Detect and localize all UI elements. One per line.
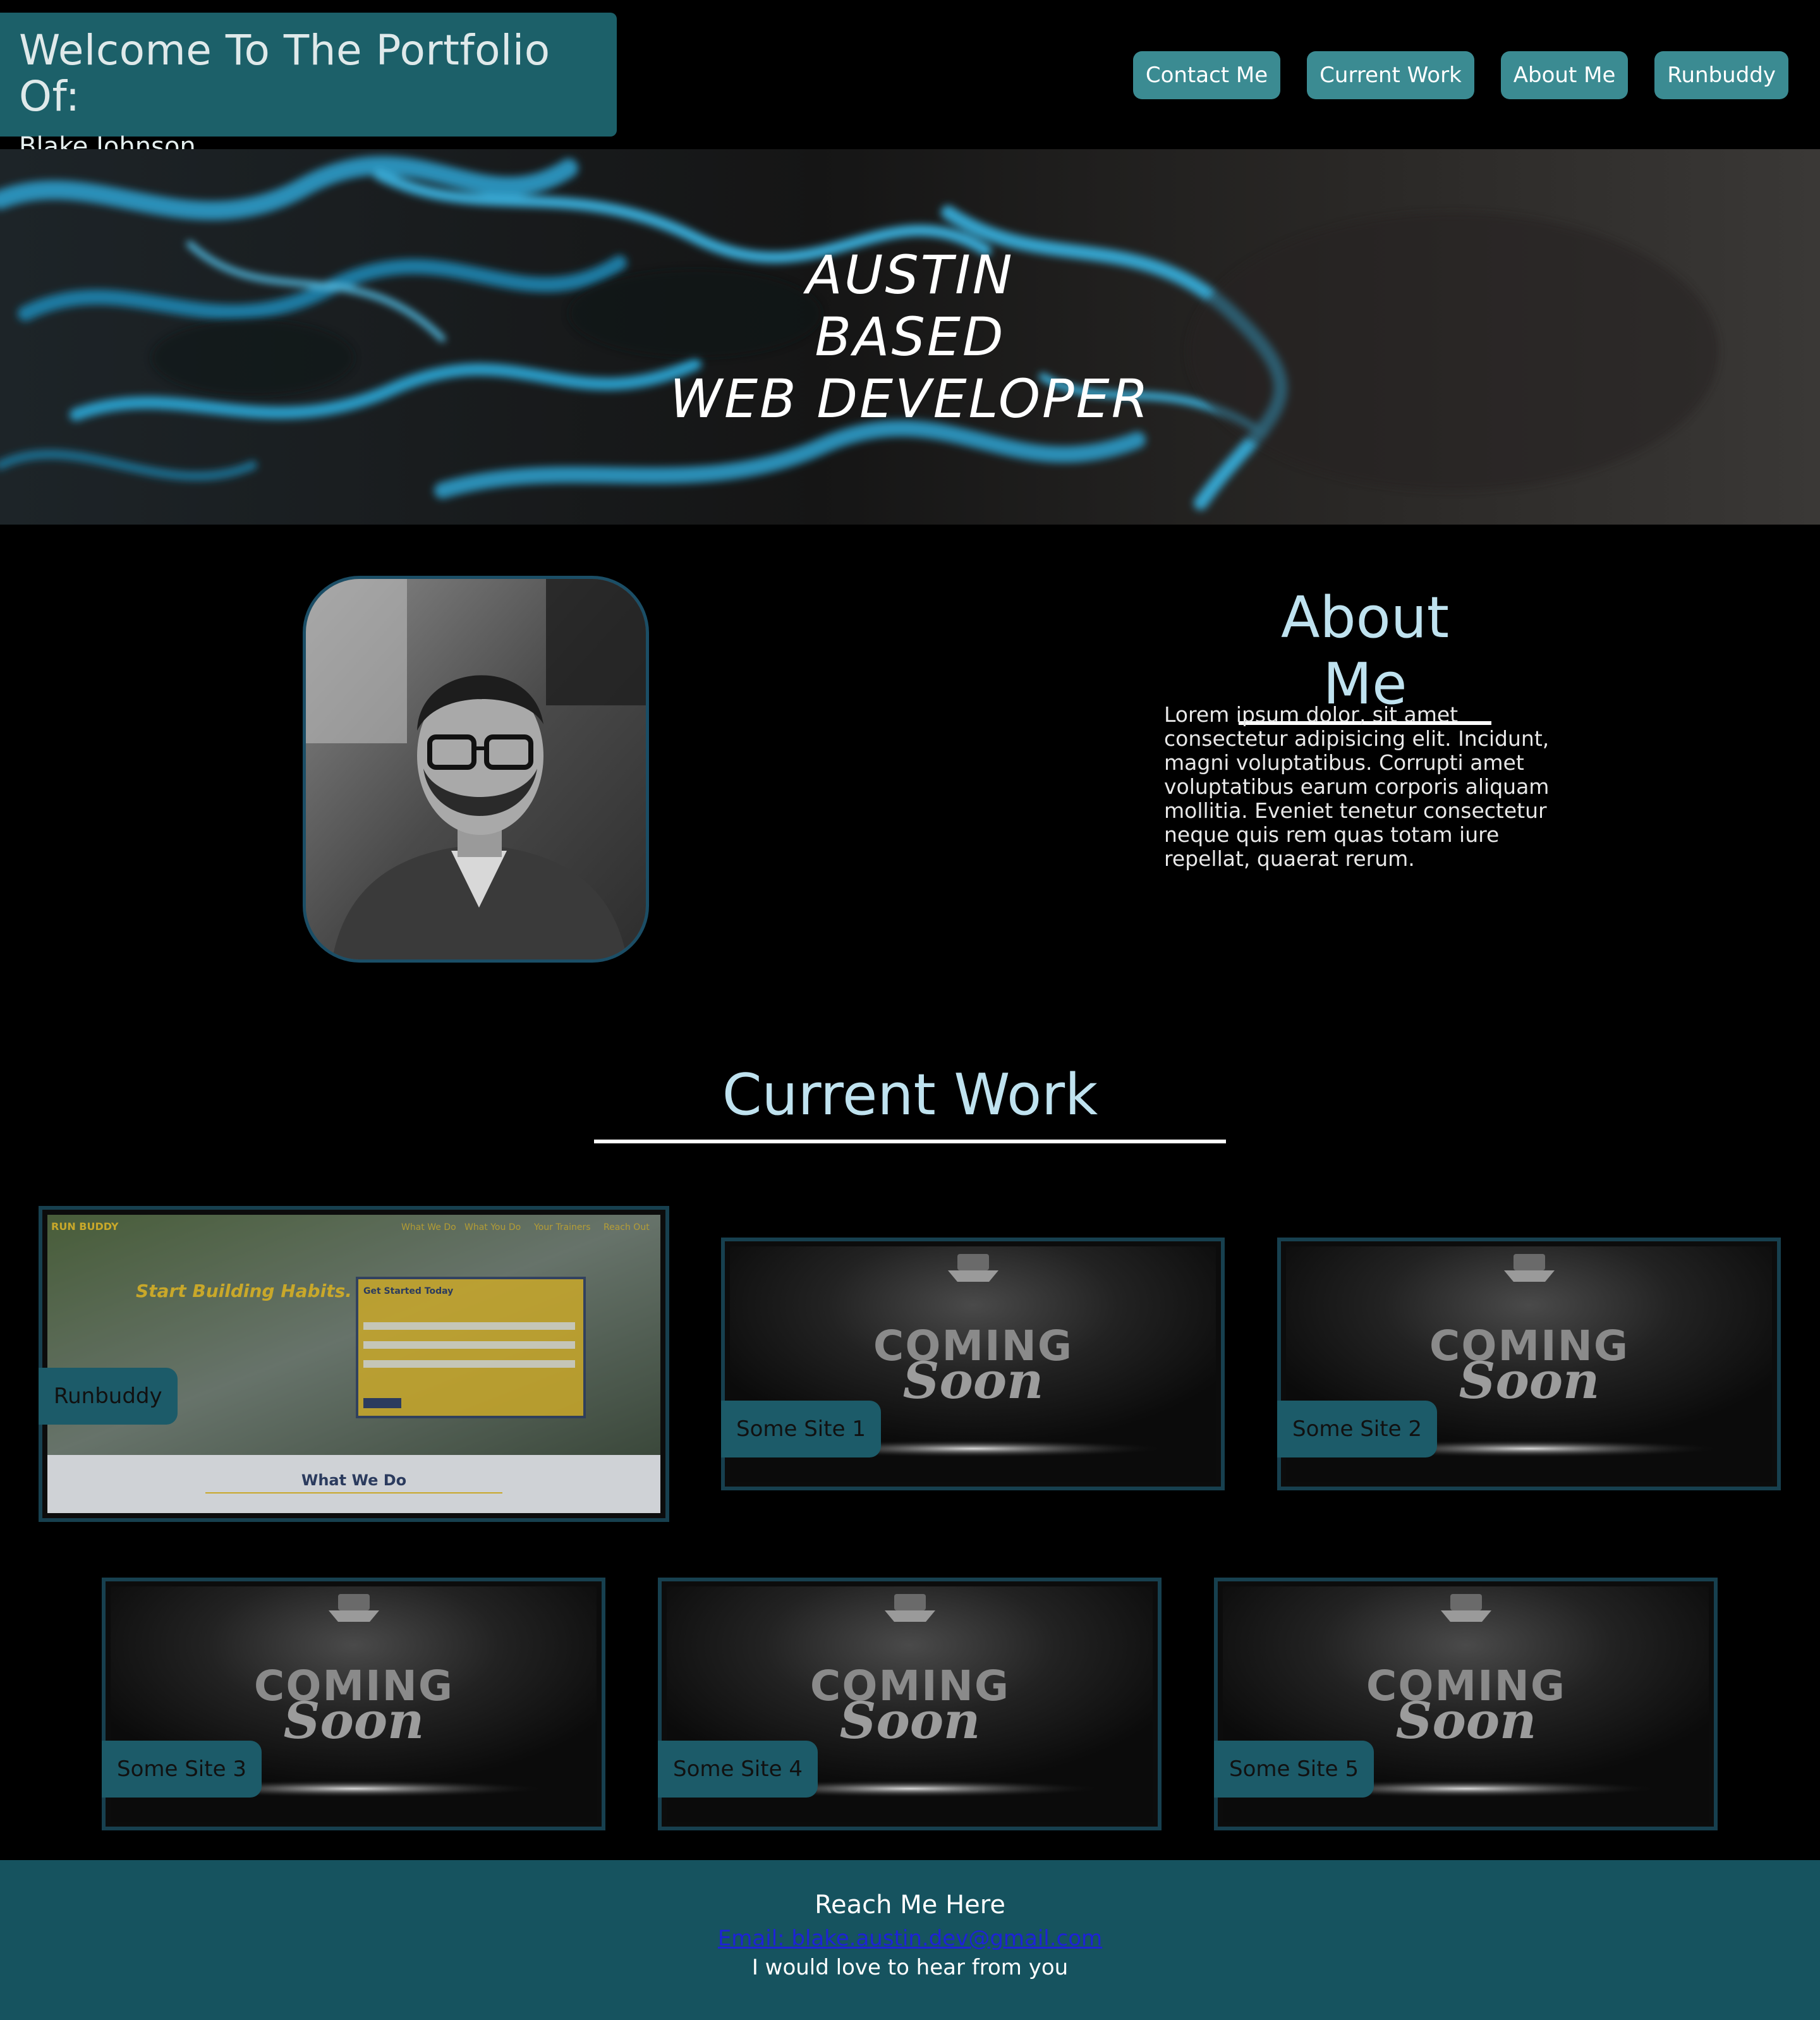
nav-contact-me[interactable]: Contact Me <box>1132 51 1281 99</box>
main-nav: Contact Me Current Work About Me Runbudd… <box>1132 51 1788 99</box>
about-paragraph: Lorem ipsum dolor, sit amet consectetur … <box>1164 702 1550 871</box>
work-card-label: Some Site 3 <box>102 1741 262 1798</box>
site-title-box: Welcome To The Portfolio Of: Blake Johns… <box>0 13 617 161</box>
work-card-label: Runbuddy <box>39 1368 178 1425</box>
hero-line-3: WEB DEVELOPER <box>669 368 1151 430</box>
coming-soon-line-2: Soon <box>903 1351 1044 1410</box>
hero-headline: AUSTIN BASED WEB DEVELOPER <box>0 244 1820 430</box>
email-link[interactable]: Email: blake.austin.dev@gmail.com <box>718 1926 1102 1951</box>
runbuddy-headline: Start Building Habits. <box>136 1281 352 1301</box>
nav-about-me[interactable]: About Me <box>1500 51 1629 99</box>
current-work-heading: Current Work <box>594 1062 1226 1143</box>
runbuddy-nav-4: Reach Out <box>604 1222 650 1232</box>
work-card-some-site-1[interactable]: COMING Soon Some Site 1 <box>721 1238 1225 1490</box>
work-card-label: Some Site 2 <box>1277 1401 1437 1457</box>
hero-line-1: AUSTIN <box>806 244 1014 306</box>
hero-banner: AUSTIN BASED WEB DEVELOPER <box>0 149 1820 525</box>
contact-footer: Reach Me Here Email: blake.austin.dev@gm… <box>0 1860 1820 2020</box>
work-card-some-site-3[interactable]: COMING Soon Some Site 3 <box>102 1578 605 1830</box>
work-card-some-site-5[interactable]: COMING Soon Some Site 5 <box>1214 1578 1718 1830</box>
runbuddy-form-title: Get Started Today <box>363 1286 453 1296</box>
hero-line-2: BASED <box>815 306 1005 368</box>
runbuddy-nav-2: What You Do <box>464 1222 521 1232</box>
work-card-runbuddy[interactable]: RUN BUDDY What We Do What You Do Your Tr… <box>39 1206 669 1522</box>
nav-current-work[interactable]: Current Work <box>1307 51 1474 99</box>
coming-soon-line-2: Soon <box>1459 1351 1600 1410</box>
footer-note: I would love to hear from you <box>751 1955 1069 1980</box>
profile-photo <box>303 576 649 963</box>
nav-runbuddy[interactable]: Runbuddy <box>1654 51 1788 99</box>
runbuddy-section-title: What We Do <box>301 1471 406 1489</box>
work-card-label: Some Site 5 <box>1214 1741 1374 1798</box>
work-card-some-site-4[interactable]: COMING Soon Some Site 4 <box>658 1578 1162 1830</box>
work-card-label: Some Site 4 <box>658 1741 818 1798</box>
work-card-label: Some Site 1 <box>721 1401 881 1457</box>
coming-soon-line-2: Soon <box>840 1691 981 1750</box>
runbuddy-brand: RUN BUDDY <box>51 1220 119 1232</box>
runbuddy-nav-1: What We Do <box>401 1222 456 1232</box>
runbuddy-nav-3: Your Trainers <box>533 1222 591 1232</box>
footer-heading: Reach Me Here <box>815 1890 1005 1920</box>
site-title: Welcome To The Portfolio Of: <box>19 26 550 121</box>
coming-soon-line-2: Soon <box>284 1691 425 1750</box>
coming-soon-line-2: Soon <box>1396 1691 1537 1750</box>
runbuddy-screenshot: RUN BUDDY What We Do What You Do Your Tr… <box>47 1215 660 1513</box>
work-card-some-site-2[interactable]: COMING Soon Some Site 2 <box>1277 1238 1781 1490</box>
